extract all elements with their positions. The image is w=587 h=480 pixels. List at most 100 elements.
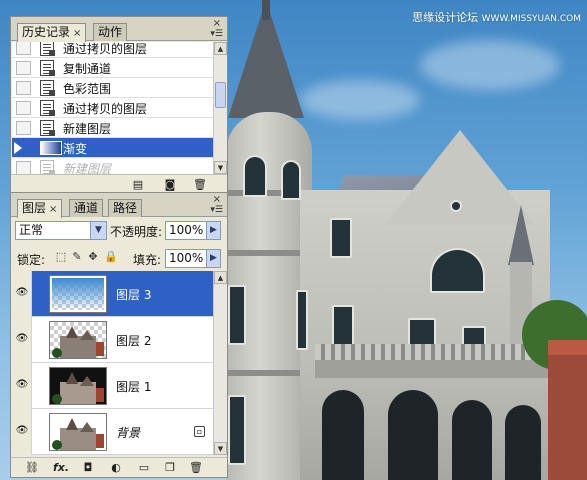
history-item-label: 复制通道: [63, 62, 112, 76]
history-item[interactable]: 色彩范围: [12, 78, 219, 98]
gradient-tool-icon: [40, 141, 62, 155]
tab-close-icon[interactable]: ×: [49, 204, 57, 215]
layers-tabbar: 图层 × 通道 路径 × ▾☰: [11, 193, 227, 218]
scroll-up-icon[interactable]: ▲: [214, 271, 227, 284]
eye-icon[interactable]: 👁: [15, 334, 29, 344]
new-group-icon[interactable]: ▭: [137, 461, 151, 474]
history-source-checkbox[interactable]: [16, 42, 31, 55]
panel-menu-icon[interactable]: ▾☰: [210, 205, 223, 215]
tab-paths[interactable]: 路径: [108, 199, 143, 217]
layer-style-fx-icon[interactable]: fx.: [53, 461, 69, 474]
link-layers-icon[interactable]: ⛓: [25, 461, 39, 474]
layer-thumbnail: [49, 367, 107, 405]
layer-name[interactable]: 图层 1: [116, 378, 151, 395]
panel-close-icon[interactable]: ×: [213, 195, 221, 205]
history-item-label: 通过拷贝的图层: [63, 42, 148, 56]
history-scrollbar[interactable]: ▲ ▼: [213, 42, 227, 174]
new-layer-icon[interactable]: ❐: [163, 461, 177, 474]
history-state-icon: [40, 80, 55, 96]
new-document-from-state-icon[interactable]: ▤: [131, 178, 145, 191]
visibility-toggle[interactable]: 👁: [12, 271, 32, 317]
tab-close-icon[interactable]: ×: [73, 28, 81, 39]
tab-channels[interactable]: 通道: [69, 199, 104, 217]
scroll-down-icon[interactable]: ▼: [214, 161, 227, 174]
opacity-value: 100%: [169, 223, 204, 237]
tab-history[interactable]: 历史记录 ×: [17, 23, 87, 42]
history-source-checkbox[interactable]: [16, 61, 31, 75]
layer-row-layer-2[interactable]: 👁 图层 2: [12, 317, 219, 363]
panel-menu-icon[interactable]: ▾☰: [210, 29, 223, 39]
opacity-field[interactable]: 100% ▶: [165, 221, 221, 240]
opacity-label: 不透明度:: [110, 225, 163, 239]
camera-snapshot-icon[interactable]: ◙: [163, 178, 177, 191]
history-item-label: 色彩范围: [63, 82, 112, 96]
history-item-label: 渐变: [63, 142, 88, 156]
history-item-selected[interactable]: 渐变: [12, 138, 219, 158]
chevron-right-icon[interactable]: ▶: [206, 222, 220, 239]
scroll-up-icon[interactable]: ▲: [214, 42, 227, 55]
visibility-toggle[interactable]: 👁: [12, 363, 32, 409]
layers-scrollbar[interactable]: ▲ ▼: [213, 271, 227, 455]
chevron-right-icon[interactable]: ▶: [206, 250, 220, 267]
tab-paths-label: 路径: [113, 201, 138, 215]
layers-panel: 图层 × 通道 路径 × ▾☰ 正常 ▼ 不透明度: 100% ▶ 锁定: ⬚ ✎…: [10, 192, 228, 478]
history-state-icon: [40, 60, 55, 76]
history-source-checkbox[interactable]: [16, 161, 31, 175]
layer-row-background[interactable]: 👁 背景 ▫: [12, 409, 219, 455]
layer-row-layer-3[interactable]: 👁 图层 3: [12, 271, 219, 317]
history-state-icon: [40, 100, 55, 116]
layer-link-cell[interactable]: [33, 409, 47, 455]
history-tabbar: 历史记录 × 动作 × ▾☰: [11, 17, 227, 42]
trash-icon[interactable]: 🗑: [193, 178, 207, 191]
tab-history-label: 历史记录: [22, 25, 71, 39]
eye-icon[interactable]: 👁: [15, 380, 29, 390]
lock-label: 锁定:: [17, 253, 46, 267]
fill-label: 填充:: [133, 253, 162, 267]
adjustment-layer-icon[interactable]: ◐: [109, 461, 123, 474]
scroll-thumb[interactable]: [215, 82, 226, 108]
visibility-toggle[interactable]: 👁: [12, 409, 32, 455]
blend-mode-select[interactable]: 正常 ▼: [15, 221, 107, 240]
fill-value: 100%: [169, 251, 204, 265]
history-item[interactable]: 新建图层: [12, 118, 219, 138]
trash-icon[interactable]: 🗑: [189, 461, 203, 474]
history-item[interactable]: 复制通道: [12, 58, 219, 78]
tab-layers[interactable]: 图层 ×: [17, 199, 63, 218]
layer-thumbnail: [49, 321, 107, 359]
fill-field[interactable]: 100% ▶: [165, 249, 221, 268]
eye-icon[interactable]: 👁: [15, 426, 29, 436]
history-item-label: 新建图层: [63, 122, 112, 136]
layer-row-layer-1[interactable]: 👁 图层 1: [12, 363, 219, 409]
scroll-down-icon[interactable]: ▼: [214, 442, 227, 455]
lock-position-icon[interactable]: ✥: [87, 251, 99, 263]
layer-thumbnail: [49, 275, 107, 313]
eye-icon[interactable]: 👁: [15, 288, 29, 298]
history-item-label: 通过拷贝的图层: [63, 102, 148, 116]
watermark: 思缘设计论坛 WWW.MISSYUAN.COM: [412, 9, 581, 25]
watermark-url: WWW.MISSYUAN.COM: [481, 14, 581, 24]
history-source-checkbox[interactable]: [16, 101, 31, 115]
lock-transparency-icon[interactable]: ⬚: [55, 251, 67, 263]
tab-actions[interactable]: 动作: [93, 23, 128, 41]
layer-name[interactable]: 图层 3: [116, 286, 151, 303]
layer-link-cell[interactable]: [33, 363, 47, 409]
history-state-icon: [40, 120, 55, 136]
history-current-state-icon: [14, 142, 22, 154]
layer-name[interactable]: 背景: [116, 424, 140, 441]
add-mask-icon[interactable]: ◘: [81, 461, 95, 474]
visibility-toggle[interactable]: 👁: [12, 317, 32, 363]
history-item[interactable]: 通过拷贝的图层: [12, 42, 219, 58]
history-source-checkbox[interactable]: [16, 121, 31, 135]
tab-channels-label: 通道: [74, 201, 99, 215]
layer-link-cell[interactable]: [33, 271, 47, 317]
history-item[interactable]: 通过拷贝的图层: [12, 98, 219, 118]
panel-close-icon[interactable]: ×: [213, 19, 221, 29]
lock-all-icon[interactable]: 🔒: [104, 251, 118, 263]
layer-thumbnail: [49, 413, 107, 451]
layer-name[interactable]: 图层 2: [116, 332, 151, 349]
tab-layers-label: 图层: [22, 201, 47, 215]
history-state-icon: [40, 42, 55, 56]
history-source-checkbox[interactable]: [16, 81, 31, 95]
lock-image-pixels-icon[interactable]: ✎: [71, 251, 83, 263]
layer-link-cell[interactable]: [33, 317, 47, 363]
